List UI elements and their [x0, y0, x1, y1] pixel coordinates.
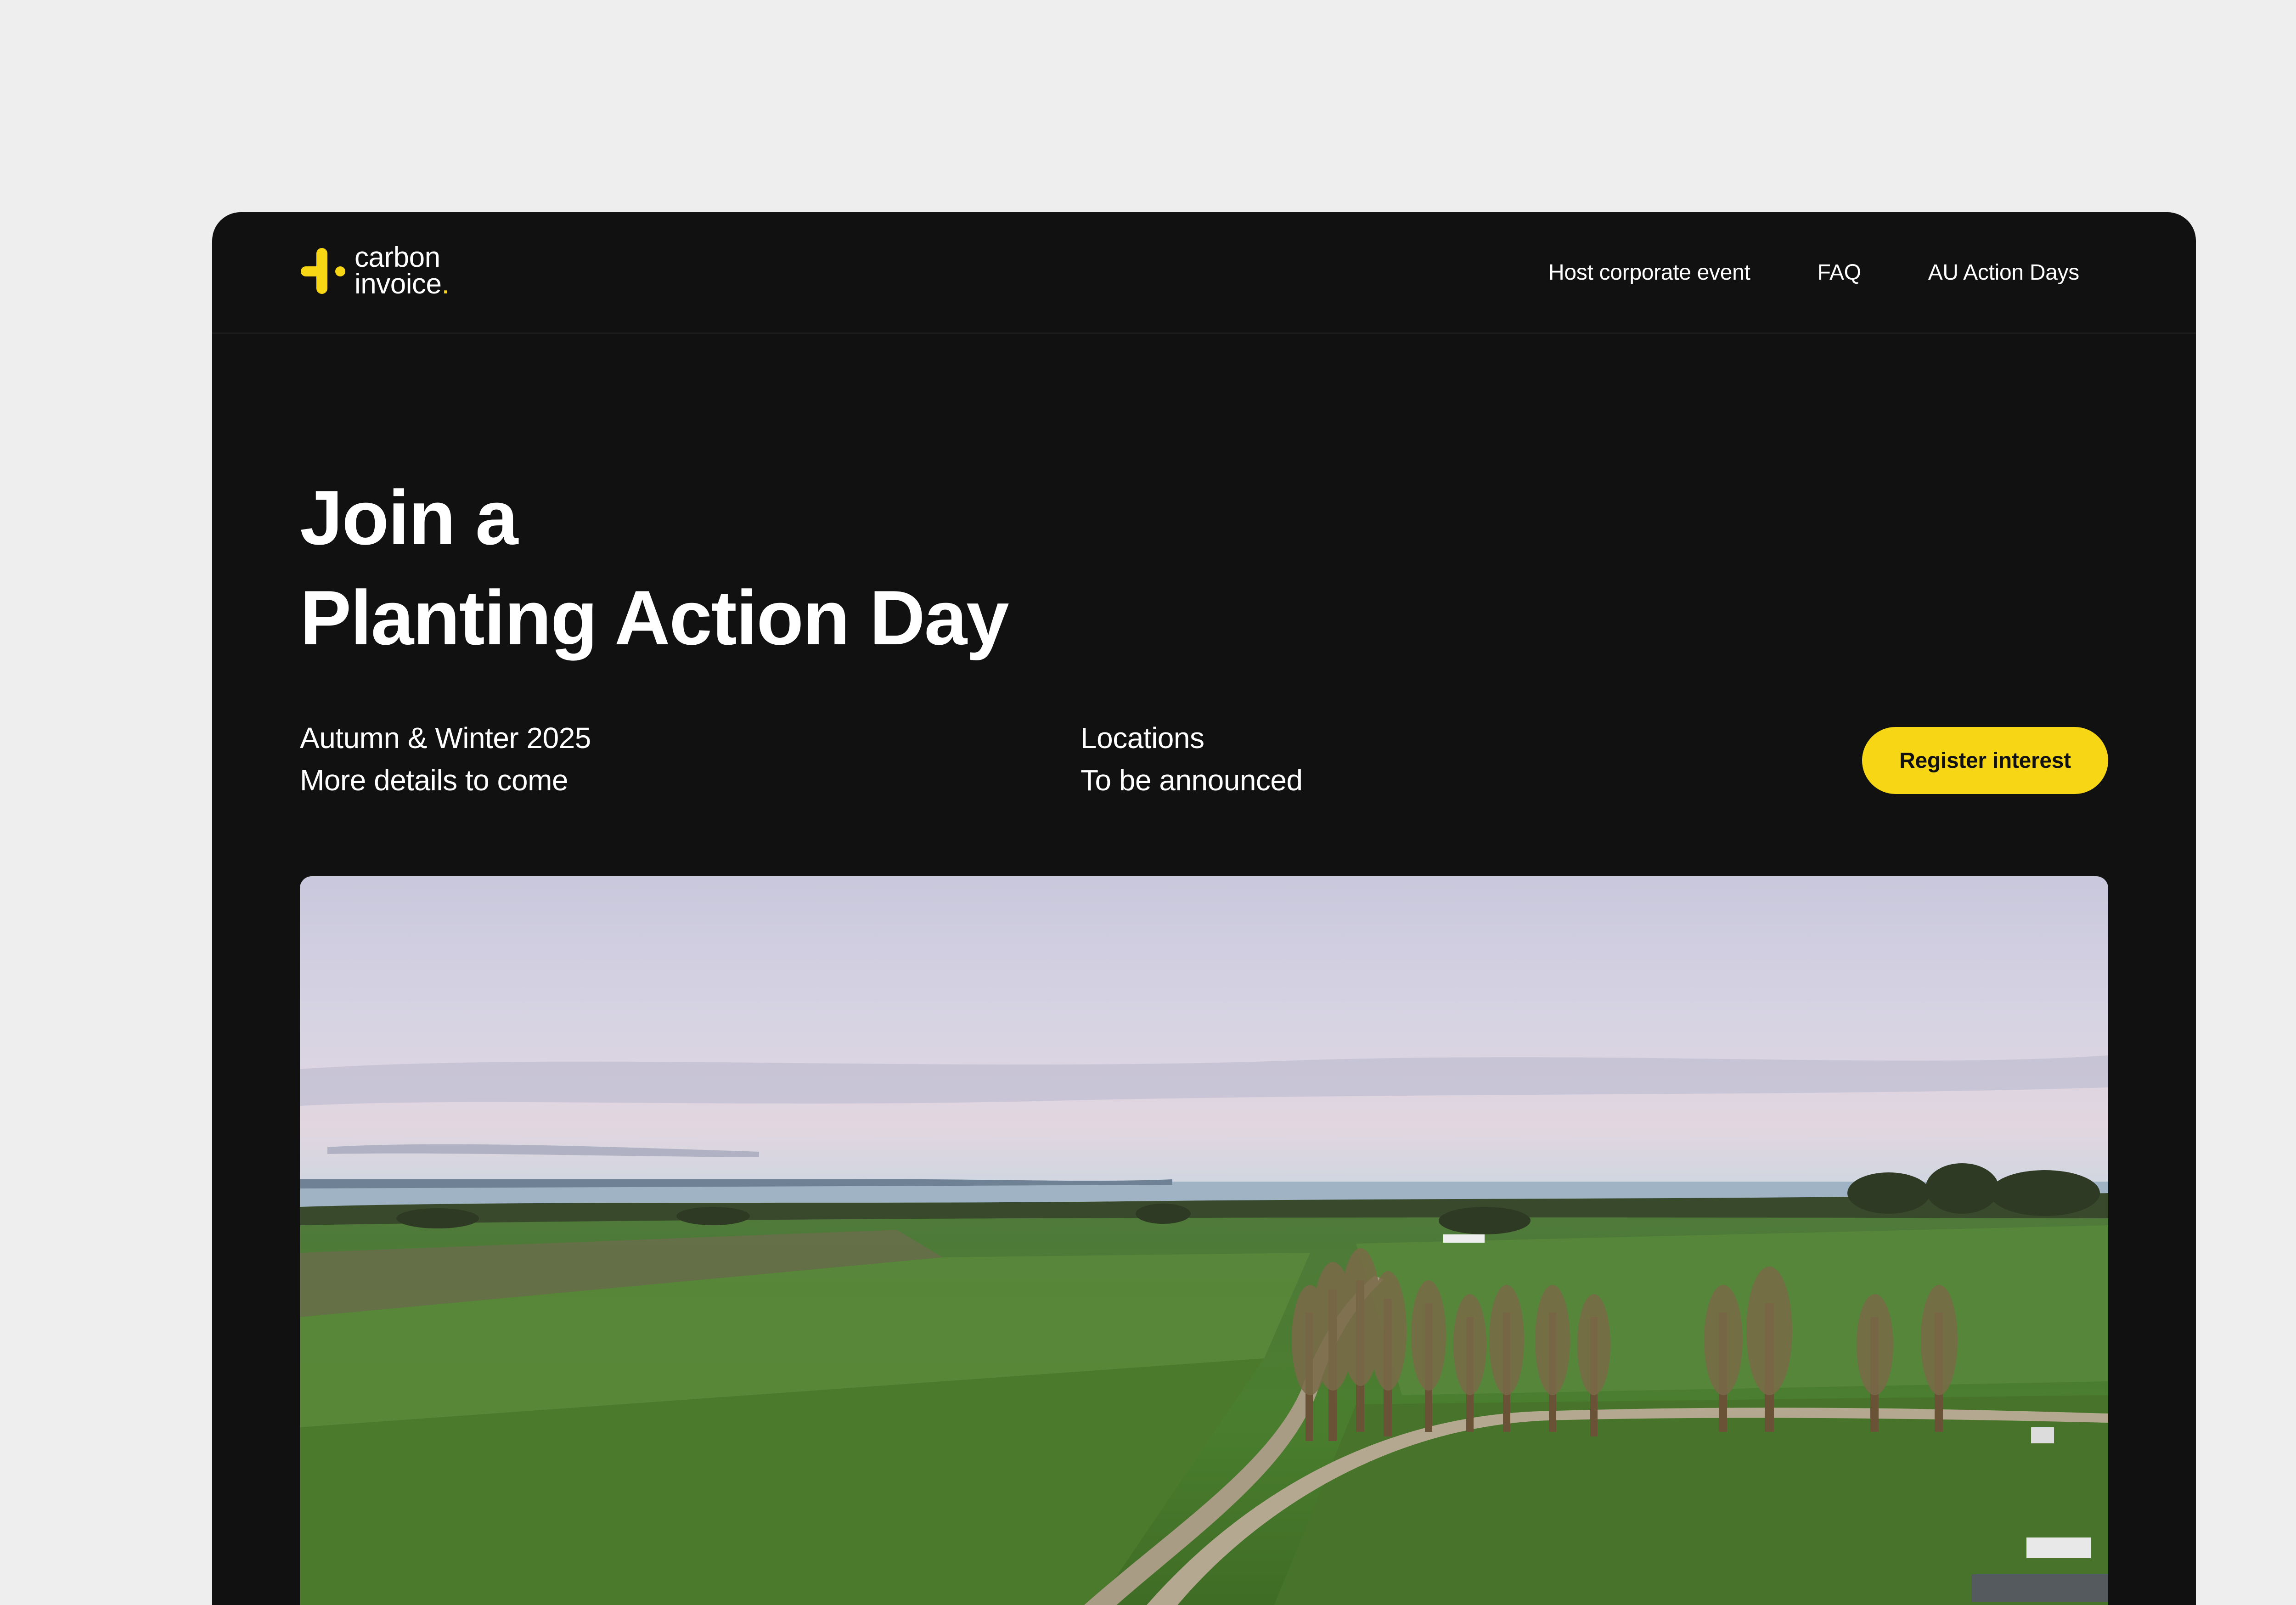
nav-link-faq[interactable]: FAQ	[1818, 260, 1861, 285]
brand-dot: .	[441, 268, 450, 300]
plus-logo-icon	[301, 248, 345, 294]
aerial-farmland-photo	[300, 876, 2108, 1605]
event-season: Autumn & Winter 2025	[300, 721, 591, 755]
brand-line-2: invoice	[355, 268, 442, 300]
brand-name: carbon invoice.	[355, 242, 450, 300]
hero-title-line-2: Planting Action Day	[300, 574, 1009, 661]
register-interest-button[interactable]: Register interest	[1862, 727, 2108, 794]
event-locations: Locations To be announced	[1080, 717, 1303, 801]
nav-link-host-corporate-event[interactable]: Host corporate event	[1548, 260, 1750, 285]
nav-link-au-action-days[interactable]: AU Action Days	[1928, 260, 2080, 285]
event-dates: Autumn & Winter 2025 More details to com…	[300, 717, 591, 801]
hero-title-line-1: Join a	[300, 474, 518, 561]
brand-logo[interactable]: carbon invoice.	[301, 242, 494, 304]
nav-links: Host corporate event FAQ AU Action Days	[1548, 212, 2079, 332]
locations-label: Locations	[1080, 721, 1204, 755]
brand-line-1: carbon	[355, 242, 440, 273]
event-details-note: More details to come	[300, 764, 568, 797]
hero-title: Join a Planting Action Day	[300, 467, 1009, 668]
browser-window: carbon invoice. Host corporate event FAQ…	[212, 212, 2196, 1605]
locations-status: To be announced	[1080, 764, 1303, 797]
top-navbar: carbon invoice. Host corporate event FAQ…	[212, 212, 2196, 334]
hero-farmland-image	[300, 876, 2108, 1605]
